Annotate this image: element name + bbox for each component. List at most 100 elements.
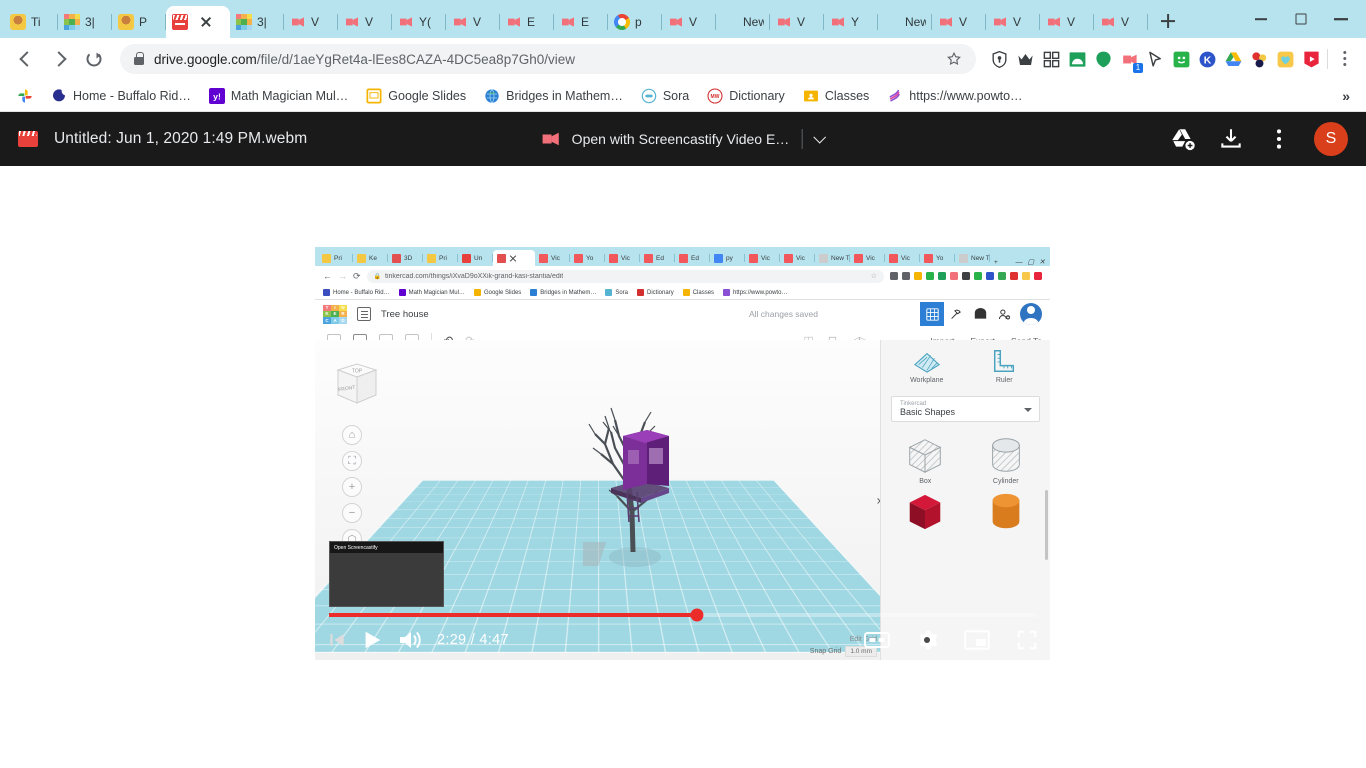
browser-tab[interactable]: 3| — [58, 6, 112, 38]
inner-ext-13-icon — [1034, 272, 1042, 280]
grid-extension-icon[interactable] — [1042, 50, 1061, 69]
settings-button[interactable] — [916, 629, 938, 651]
browser-tab[interactable]: V — [1094, 6, 1148, 38]
screencastify-extension-icon[interactable]: 1 — [1120, 50, 1139, 69]
browser-tab-label: V — [311, 15, 319, 29]
inner-bookmark-item: Bridges in Mathem… — [530, 289, 596, 296]
tinkercad-gallery-button — [968, 302, 992, 326]
kami-extension-icon[interactable]: K — [1198, 50, 1217, 69]
bookmark-item[interactable]: y! Math Magician Mul… — [202, 85, 355, 107]
shape-grid: Box Cylinder — [881, 426, 1050, 543]
inner-browser-tab: py — [710, 250, 745, 266]
maximize-button[interactable] — [1282, 3, 1320, 35]
browser-tab[interactable]: New T — [716, 6, 770, 38]
bookmark-item[interactable]: Google Slides — [359, 85, 473, 107]
google-drive-file-viewer: Untitled: Jun 1, 2020 1:49 PM.webm Open … — [0, 112, 1366, 768]
control-bar: 2:29 / 4:47 — [315, 620, 1050, 660]
bookmark-item[interactable]: MW Dictionary — [700, 85, 792, 107]
inner-tab-favicon — [819, 254, 828, 263]
bookmark-label: Bridges in Mathem… — [506, 89, 623, 103]
browser-tab[interactable]: Y — [824, 6, 878, 38]
inner-tab-favicon — [889, 254, 898, 263]
browser-tab[interactable]: V — [1040, 6, 1094, 38]
browser-tab[interactable]: V — [986, 6, 1040, 38]
heart-extension-icon[interactable] — [1276, 50, 1295, 69]
forward-button[interactable] — [44, 43, 76, 75]
browser-tab[interactable]: V — [446, 6, 500, 38]
screencastify-icon — [452, 14, 468, 30]
shape-cell: Cylinder — [968, 434, 1045, 485]
bookmark-item[interactable]: Sora — [634, 85, 696, 107]
bookmark-item[interactable]: Home - Buffalo Rid… — [44, 85, 198, 107]
molecule-extension-icon[interactable] — [1250, 50, 1269, 69]
inner-url-text: tinkercad.com/things/iXvaD9oXXik-grand-k… — [385, 273, 563, 280]
close-window-button[interactable] — [1322, 3, 1360, 35]
green-arch-extension-icon[interactable] — [1068, 50, 1087, 69]
open-with-button[interactable]: Open with Screencastify Video E… — [530, 122, 802, 156]
bookmark-item[interactable]: Bridges in Mathem… — [477, 85, 630, 107]
play-button[interactable] — [361, 628, 383, 652]
inner-tab-label: Pri — [439, 255, 447, 262]
browser-tab[interactable]: Ti — [4, 6, 58, 38]
smiley-extension-icon[interactable] — [1172, 50, 1191, 69]
chrome-menu-button[interactable] — [1334, 48, 1356, 70]
drive-viewer-header: Untitled: Jun 1, 2020 1:49 PM.webm Open … — [0, 112, 1366, 166]
green-blob-extension-icon[interactable] — [1094, 50, 1113, 69]
inner-tab-label: Vic — [796, 255, 805, 262]
browser-tab[interactable]: New T — [878, 6, 932, 38]
miniplayer-button[interactable] — [964, 630, 990, 650]
browser-tab[interactable]: V — [932, 6, 986, 38]
bookmarks-overflow-button[interactable]: » — [1336, 88, 1356, 104]
browser-tab-label: p — [635, 15, 642, 29]
new-tab-button[interactable] — [1154, 7, 1182, 35]
inner-bookmarks-bar: Home - Buffalo Rid… Math Magician Mul… Goo… — [315, 286, 1050, 300]
browser-tab[interactable]: Y( — [392, 6, 446, 38]
inner-browser-tab: Yo — [570, 250, 605, 266]
inner-bookmark-label: Math Magician Mul… — [409, 290, 465, 296]
inner-ext-10-icon — [998, 272, 1006, 280]
captions-button[interactable] — [864, 631, 890, 649]
browser-tab[interactable]: p — [608, 6, 662, 38]
browser-tab[interactable]: E — [554, 6, 608, 38]
bookmark-item[interactable]: https://www.powto… — [880, 85, 1029, 107]
download-icon[interactable] — [1218, 126, 1244, 152]
skip-back-button[interactable] — [327, 630, 347, 650]
browser-tab[interactable]: 3| — [230, 6, 284, 38]
close-tab-icon[interactable] — [198, 14, 214, 30]
browser-tab[interactable]: P — [112, 6, 166, 38]
progress-bar[interactable] — [329, 613, 1036, 617]
bookmark-item[interactable]: Classes — [796, 85, 876, 107]
browser-tab[interactable]: V — [770, 6, 824, 38]
star-icon[interactable] — [946, 51, 962, 67]
video-play-extension-icon[interactable] — [1302, 50, 1321, 69]
save-status-label: All changes saved — [749, 309, 818, 319]
browser-tab[interactable]: V — [284, 6, 338, 38]
crown-extension-icon[interactable] — [1016, 50, 1035, 69]
back-button[interactable] — [10, 43, 42, 75]
user-avatar[interactable]: S — [1314, 122, 1348, 156]
browser-tab[interactable]: V — [338, 6, 392, 38]
chevron-down-icon[interactable] — [802, 122, 836, 156]
open-with-dropdown[interactable]: Open with Screencastify Video E… — [530, 122, 837, 156]
browser-tab[interactable]: V — [662, 6, 716, 38]
svg-text:TOP: TOP — [352, 369, 363, 375]
ruler-icon — [989, 348, 1019, 374]
blocks-tool-button — [944, 302, 968, 326]
inner-tab-strip: Pri Ke 3D Pri Un Vic Yo Vic Ed Ed py Vic Vic New T Vic… — [315, 247, 1050, 266]
google-drive-extension-icon[interactable] — [1224, 50, 1243, 69]
shield-extension-icon[interactable] — [990, 50, 1009, 69]
reload-button[interactable] — [78, 43, 110, 75]
more-options-icon[interactable] — [1266, 126, 1292, 152]
cursor-extension-icon[interactable] — [1146, 50, 1165, 69]
inner-tab-favicon — [574, 254, 583, 263]
address-bar[interactable]: drive.google.com/file/d/1aeYgRet4a-lEes8… — [120, 44, 976, 74]
zoom-out-button: − — [342, 503, 362, 523]
video-player[interactable]: Pri Ke 3D Pri Un Vic Yo Vic Ed Ed py Vic Vic New T Vic… — [315, 247, 1050, 660]
add-to-my-drive-icon[interactable] — [1170, 126, 1196, 152]
browser-tab[interactable] — [166, 6, 230, 38]
browser-tab[interactable]: E — [500, 6, 554, 38]
minimize-button[interactable] — [1242, 3, 1280, 35]
fullscreen-button[interactable] — [1016, 629, 1038, 651]
bookmark-item[interactable] — [10, 85, 40, 107]
volume-button[interactable] — [397, 629, 423, 651]
